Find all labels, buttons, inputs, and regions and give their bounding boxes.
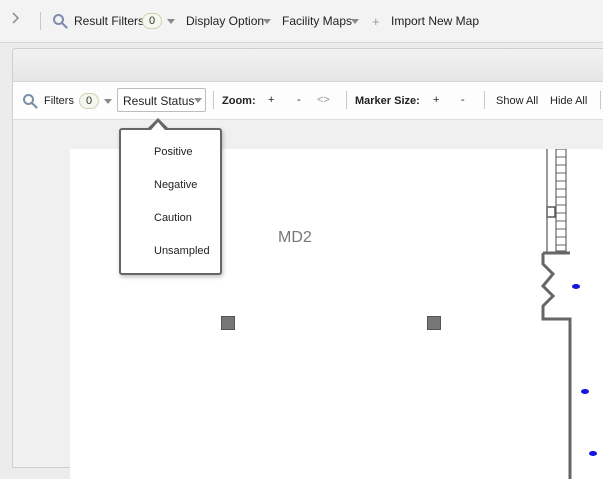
top-toolbar: Result Filters 0 Display Option Facility… <box>0 0 603 43</box>
room-label: MD2 <box>278 229 312 246</box>
column-marker <box>427 316 441 330</box>
sample-marker[interactable] <box>589 451 597 456</box>
option-caution[interactable]: Caution <box>154 212 192 224</box>
show-all-button[interactable]: Show All <box>496 93 538 109</box>
toolbar-divider <box>40 12 41 30</box>
zoom-fit-button[interactable]: <> <box>317 92 330 108</box>
toolbar-divider <box>346 91 347 109</box>
chevron-down-icon[interactable] <box>351 19 359 24</box>
hide-all-button[interactable]: Hide All <box>550 93 587 109</box>
result-status-dropdown: Positive Negative Caution Unsampled <box>119 128 222 275</box>
zoom-label: Zoom: <box>222 95 256 107</box>
chevron-down-icon[interactable] <box>263 19 271 24</box>
search-icon <box>52 13 68 32</box>
marker-size-label: Marker Size: <box>355 95 420 107</box>
zoom-in-button[interactable]: + <box>268 92 274 108</box>
option-unsampled[interactable]: Unsampled <box>154 245 210 257</box>
chevron-down-icon[interactable] <box>167 19 175 24</box>
display-option-button[interactable]: Display Option <box>186 13 264 29</box>
toolbar-divider <box>600 91 601 109</box>
result-filters-button[interactable]: Result Filters <box>74 13 144 29</box>
zoom-out-button[interactable]: - <box>297 92 301 108</box>
floor-plan-walls <box>540 149 572 479</box>
sample-marker[interactable] <box>581 389 589 394</box>
filters-count-badge: 0 <box>79 93 99 109</box>
facility-maps-button[interactable]: Facility Maps <box>282 13 352 29</box>
column-marker <box>221 316 235 330</box>
toolbar-divider <box>484 91 485 109</box>
map-panel: Filters 0 Result Status Zoom: + - <> Mar… <box>12 48 603 479</box>
filters-button[interactable]: Filters <box>44 93 74 109</box>
sample-marker[interactable] <box>572 284 580 289</box>
toolbar-divider <box>213 91 214 109</box>
dropdown-pointer-fill <box>151 122 165 130</box>
plus-icon[interactable]: + <box>372 15 380 29</box>
map-viewport[interactable]: MD2 <box>13 120 603 479</box>
map-toolbar: Filters 0 Result Status Zoom: + - <> Mar… <box>13 82 603 120</box>
search-icon <box>22 93 38 112</box>
marker-size-decrease-button[interactable]: - <box>461 92 465 108</box>
expand-chevron-icon[interactable] <box>11 10 25 30</box>
marker-size-increase-button[interactable]: + <box>433 92 439 108</box>
option-negative[interactable]: Negative <box>154 179 197 191</box>
import-new-map-button[interactable]: Import New Map <box>391 13 479 29</box>
chevron-down-icon <box>194 98 202 103</box>
chevron-down-icon[interactable] <box>104 99 112 104</box>
result-status-label: Result Status <box>123 94 195 108</box>
panel-header <box>13 49 603 82</box>
result-status-select[interactable]: Result Status <box>117 88 206 112</box>
option-positive[interactable]: Positive <box>154 146 193 158</box>
result-filters-count-badge: 0 <box>142 13 162 29</box>
